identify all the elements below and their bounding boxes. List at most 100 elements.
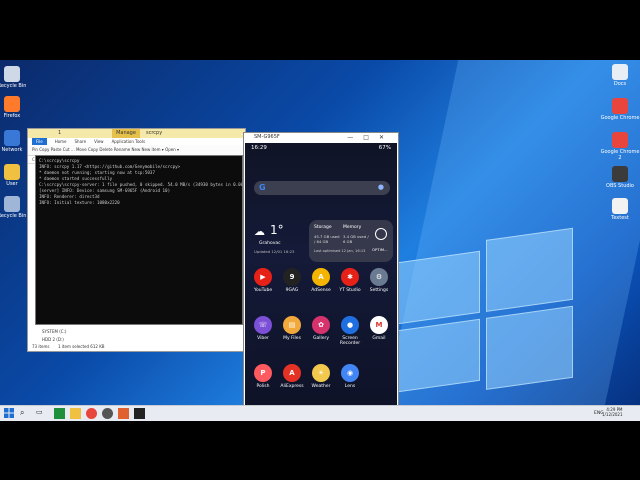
taskbar-app-green[interactable] bbox=[54, 408, 65, 419]
search-icon[interactable]: ⌕ bbox=[20, 408, 31, 419]
desktop-icon[interactable]: Google Chrome 2 bbox=[600, 132, 640, 161]
desktop-icon-graphic bbox=[612, 198, 628, 214]
taskbar-app-orange[interactable] bbox=[118, 408, 129, 419]
nav-item-system[interactable]: SYSTEM (C:) bbox=[42, 329, 66, 334]
app-graphic: ◉ bbox=[341, 364, 359, 382]
app-icon[interactable]: M Gmail bbox=[365, 316, 393, 341]
app-graphic: ● bbox=[341, 316, 359, 334]
memory-label: Memory bbox=[343, 225, 362, 230]
maximize-icon[interactable]: □ bbox=[363, 134, 379, 141]
task-view-icon[interactable]: ▭ bbox=[36, 408, 47, 419]
desktop-icon[interactable]: Google Chrome bbox=[600, 98, 640, 121]
close-icon[interactable]: ✕ bbox=[379, 134, 394, 141]
weather-widget[interactable]: ☁ 1° Grahovac Updated 12/01 16:23 bbox=[250, 221, 306, 263]
app-label: Gallery bbox=[312, 336, 330, 341]
app-graphic: ✿ bbox=[312, 316, 330, 334]
app-label: AliExpress bbox=[280, 384, 304, 389]
app-icon[interactable]: A AdSense bbox=[307, 268, 335, 293]
chrome-icon[interactable] bbox=[86, 408, 97, 419]
desktop-icon-graphic bbox=[4, 196, 20, 212]
manage-tab[interactable]: Manage bbox=[112, 129, 140, 138]
status-selection: 1 item selected 612 KB bbox=[58, 344, 105, 349]
desktop-icon[interactable]: Firefox bbox=[0, 96, 32, 119]
app-graphic: ☀ bbox=[312, 364, 330, 382]
status-item-count: 73 items bbox=[32, 344, 50, 349]
app-label: YouTube bbox=[253, 288, 273, 293]
google-search-bar[interactable]: G ● bbox=[254, 181, 390, 195]
ribbon-tab[interactable]: Application Tools bbox=[112, 138, 145, 145]
app-label: Screen Recorder bbox=[339, 336, 361, 346]
minimize-icon[interactable]: — bbox=[347, 134, 363, 141]
drive-tab[interactable]: scrcpy bbox=[146, 129, 162, 138]
last-optimized: Last optimised 12 Jan, 16:13 bbox=[314, 249, 366, 253]
app-graphic: 9 bbox=[283, 268, 301, 286]
app-icon[interactable]: A AliExpress bbox=[278, 364, 306, 389]
mic-icon[interactable]: ● bbox=[378, 183, 384, 191]
device-care-widget[interactable]: Storage Memory 45.7 GB used / 64 GB 3.4 … bbox=[309, 220, 393, 262]
desktop-icon-graphic bbox=[4, 66, 20, 82]
explorer-ribbon: File Home Share View Application Tools bbox=[28, 138, 245, 145]
ribbon-tab[interactable]: Home bbox=[55, 138, 67, 145]
app-icon[interactable]: P Polish bbox=[249, 364, 277, 389]
status-time: 16:29 bbox=[251, 145, 267, 151]
explorer-titlebar: 1 Manage scrcpy bbox=[28, 129, 245, 138]
app-label: Gmail bbox=[372, 336, 386, 341]
weather-place: Grahovac bbox=[259, 241, 281, 246]
desktop-icon-label: Textest bbox=[611, 215, 629, 221]
app-icon[interactable]: ☀ Weather bbox=[307, 364, 335, 389]
nav-item-hdd[interactable]: HDD 2 (D:) bbox=[42, 337, 64, 342]
weather-temp: 1° bbox=[270, 223, 284, 237]
app-icon[interactable]: ▤ My Files bbox=[278, 316, 306, 341]
desktop-icon-label: Google Chrome bbox=[600, 115, 640, 121]
start-icon[interactable] bbox=[4, 408, 15, 419]
storage-used: 45.7 GB used / 64 GB bbox=[314, 234, 340, 244]
scrcpy-titlebar: SM-G965F —□✕ bbox=[244, 133, 398, 142]
scrcpy-window[interactable]: SM-G965F —□✕ 16:29 67% G ● ☁ 1° Grahovac… bbox=[243, 132, 399, 420]
weather-updated: Updated 12/01 16:23 bbox=[254, 249, 295, 254]
desktop-icon-label: Google Chrome 2 bbox=[600, 149, 640, 161]
app-label: My Files bbox=[283, 336, 301, 341]
app-icon[interactable]: ● Screen Recorder bbox=[336, 316, 364, 346]
explorer-title: 1 bbox=[58, 130, 62, 136]
desktop-icon-graphic bbox=[612, 132, 628, 148]
file-explorer-icon[interactable] bbox=[70, 408, 81, 419]
cloud-icon: ☁ bbox=[254, 225, 265, 238]
app-icon[interactable]: ✱ YT Studio bbox=[336, 268, 364, 293]
explorer-bottom: SYSTEM (C:) HDD 2 (D:) 73 items 1 item s… bbox=[28, 329, 245, 351]
terminal-icon[interactable] bbox=[134, 408, 145, 419]
app-label: Weather bbox=[311, 384, 331, 389]
ribbon-tab[interactable]: File bbox=[32, 138, 47, 145]
ribbon-tab[interactable]: View bbox=[94, 138, 104, 145]
desktop: Recycle Bin Firefox Network User Recycle Bin… bbox=[0, 60, 640, 420]
desktop-icon[interactable]: Recycle Bin bbox=[0, 66, 32, 89]
optimize-label[interactable]: OPTIM... bbox=[372, 247, 388, 252]
desktop-icon-label: Firefox bbox=[3, 113, 21, 119]
optimize-icon[interactable] bbox=[375, 228, 387, 240]
app-label: AdSense bbox=[311, 288, 331, 293]
window-controls[interactable]: —□✕ bbox=[347, 133, 394, 142]
obs-icon[interactable] bbox=[102, 408, 113, 419]
app-icon[interactable]: ▶ YouTube bbox=[249, 268, 277, 293]
app-icon[interactable]: ⚙ Settings bbox=[365, 268, 393, 293]
desktop-icon[interactable]: OBS Studio bbox=[600, 166, 640, 189]
app-graphic: A bbox=[283, 364, 301, 382]
app-icon[interactable]: ✿ Gallery bbox=[307, 316, 335, 341]
app-graphic: ▤ bbox=[283, 316, 301, 334]
app-label: Lens bbox=[344, 384, 356, 389]
desktop-icon[interactable]: Textest bbox=[600, 198, 640, 221]
status-bar: 16:29 67% bbox=[245, 143, 397, 153]
desktop-icon-graphic bbox=[612, 98, 628, 114]
desktop-icon-graphic bbox=[612, 166, 628, 182]
app-graphic: ⚙ bbox=[370, 268, 388, 286]
phone-screen[interactable]: 16:29 67% G ● ☁ 1° Grahovac Updated 12/0… bbox=[245, 143, 397, 420]
command-prompt-window[interactable]: C:\scrcpy\scrcpy INFO: scrcpy 1.17 <https… bbox=[35, 155, 243, 325]
app-icon[interactable]: 9 9GAG bbox=[278, 268, 306, 293]
app-icon[interactable]: ☏ Viber bbox=[249, 316, 277, 341]
app-graphic: ▶ bbox=[254, 268, 272, 286]
clock[interactable]: 4:29 PM 1/12/2021 bbox=[602, 407, 623, 417]
ribbon-tab[interactable]: Share bbox=[75, 138, 87, 145]
app-graphic: P bbox=[254, 364, 272, 382]
app-label: Viber bbox=[257, 336, 269, 341]
app-icon[interactable]: ◉ Lens bbox=[336, 364, 364, 389]
desktop-icon[interactable]: Docs bbox=[600, 64, 640, 87]
